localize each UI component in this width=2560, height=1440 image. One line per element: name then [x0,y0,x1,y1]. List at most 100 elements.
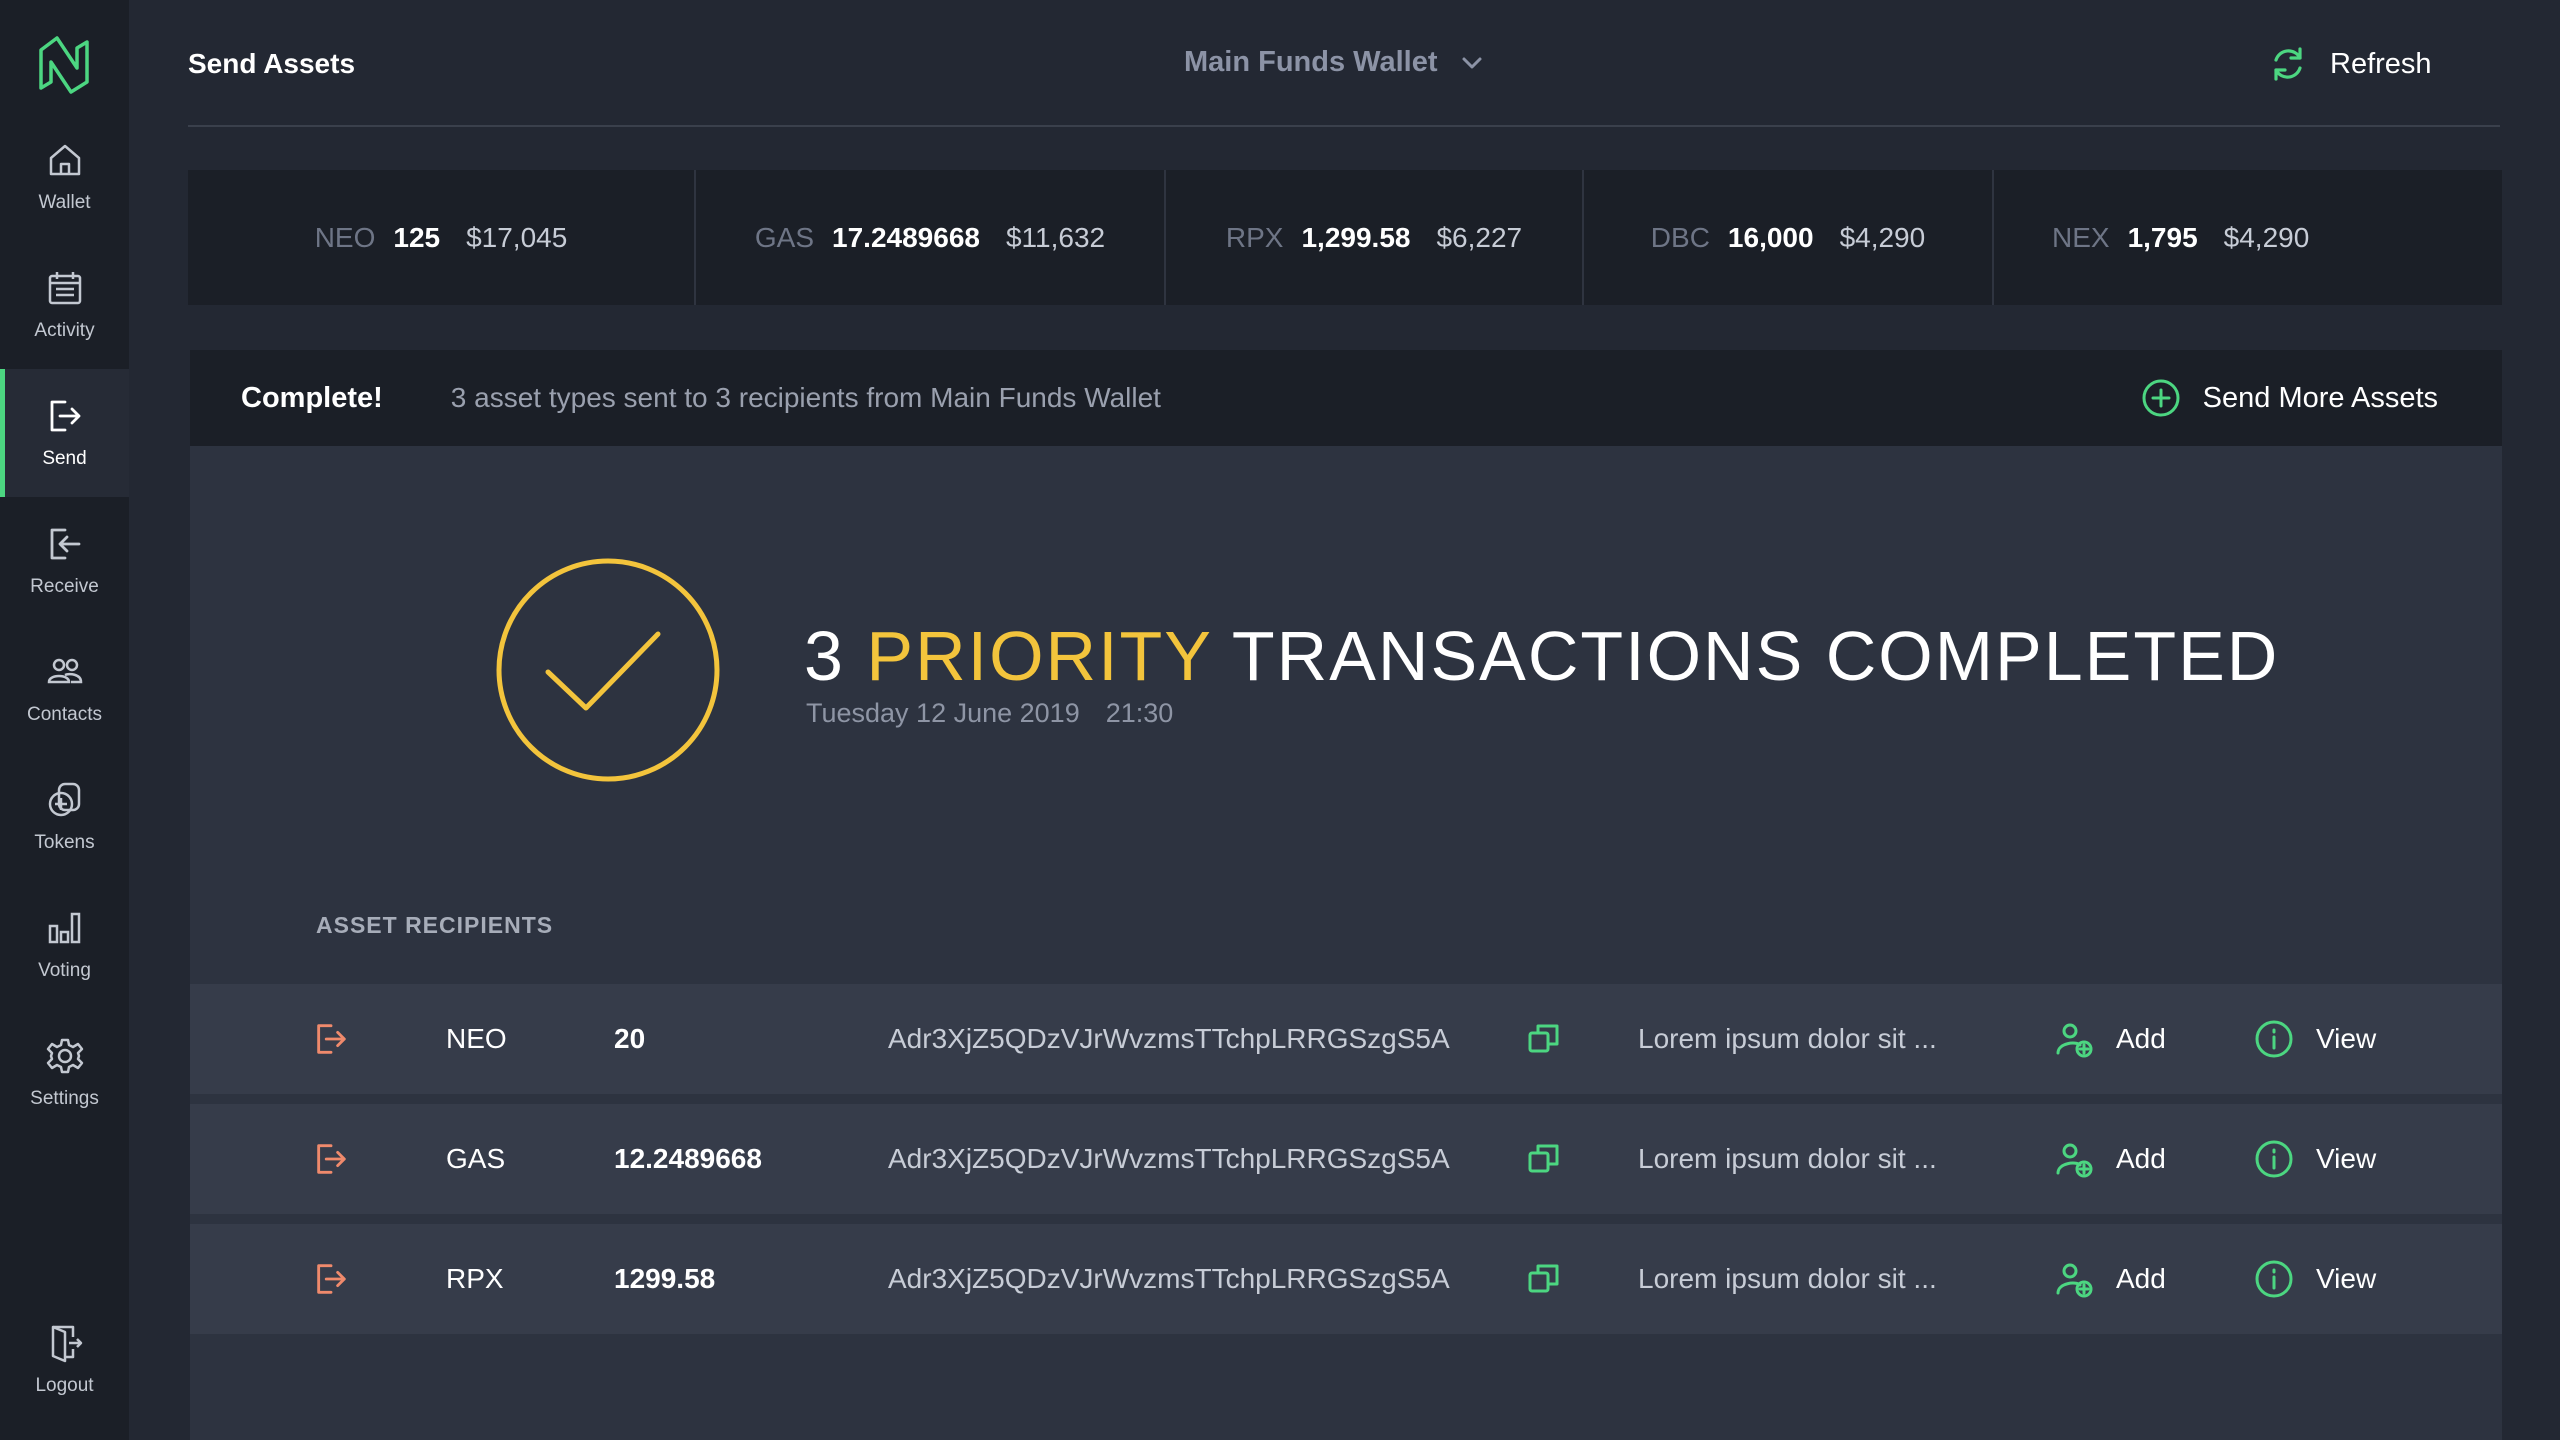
view-label: View [2316,1263,2377,1294]
completion-banner: Complete! 3 asset types sent to 3 recipi… [190,350,2502,446]
recipient-note: Lorem ipsum dolor sit ... [1638,1263,1937,1294]
result-headline: 3 PRIORITY TRANSACTIONS COMPLETED [804,616,2279,696]
send-icon [50,400,80,432]
bar-chart-icon [48,912,80,944]
balance-amount: 1,299.58 [1301,221,1411,253]
recipient-address: Adr3XjZ5QDzVJrWvzmsTTchpLRRGSzgS5A [888,1023,1450,1054]
recipient-note: Lorem ipsum dolor sit ... [1638,1143,1937,1174]
balance-symbol: NEX [2052,221,2110,253]
balance-usd: $11,632 [1005,221,1106,253]
completion-message: 3 asset types sent to 3 recipients from … [450,382,1161,413]
view-label: View [2316,1143,2377,1174]
nav-send[interactable]: Send [0,369,129,497]
home-icon [49,144,80,176]
nav-voting[interactable]: Voting [0,881,129,1009]
send-icon [317,1144,346,1174]
nav-label: Logout [35,1375,94,1396]
contacts-icon [47,658,82,684]
tokens-icon [48,782,80,817]
balance-symbol: DBC [1650,221,1710,253]
add-contact-button[interactable]: Add [2054,1139,2166,1179]
send-icon [317,1024,346,1054]
view-label: View [2316,1023,2377,1054]
nav-contacts[interactable]: Contacts [0,625,129,753]
add-contact-button[interactable]: Add [2054,1019,2166,1059]
view-transaction-button[interactable]: View [2254,1139,2376,1179]
balance-usd: $4,290 [2223,221,2310,253]
nav-activity[interactable]: Activity [0,241,129,369]
recipients-heading: ASSET RECIPIENTS [316,912,554,938]
balance-neo: NEO 125 $17,045 [188,170,696,305]
nav-logout[interactable]: Logout [0,1296,129,1424]
view-transaction-button[interactable]: View [2254,1019,2376,1059]
balance-symbol: GAS [754,221,815,253]
balance-symbol: NEO [314,221,376,253]
result-panel: 3 PRIORITY TRANSACTIONS COMPLETED Tuesda… [190,446,2502,1440]
result-time: 21:30 [1105,698,1174,728]
view-transaction-button[interactable]: View [2254,1259,2376,1299]
gear-icon [46,1038,83,1074]
nav-tokens[interactable]: Tokens [0,753,129,881]
recipient-address: Adr3XjZ5QDzVJrWvzmsTTchpLRRGSzgS5A [888,1143,1450,1174]
logout-icon [51,1325,82,1363]
refresh-label: Refresh [2330,47,2432,80]
send-icon [317,1264,346,1294]
page-title: Send Assets [188,48,356,79]
balance-dbc: DBC 16,000 $4,290 [1584,170,1994,305]
transaction-count: 3 [804,617,845,695]
copy-icon[interactable] [1526,1261,1562,1297]
recipient-asset: NEO [446,1023,507,1054]
nav-label: Activity [34,320,95,341]
refresh-button[interactable]: Refresh [2268,44,2432,84]
nav-label: Receive [30,576,99,597]
send-more-assets-button[interactable]: Send More Assets [2141,378,2438,418]
add-user-icon [2056,1263,2093,1298]
balance-bar: NEO 125 $17,045 GAS 17.2489668 $11,632 R… [188,170,2502,305]
add-user-icon [2056,1143,2093,1178]
neon-logo [39,36,89,94]
sidebar: Wallet Activity Send Receive Contacts To… [0,0,129,1440]
result-datetime: Tuesday 12 June 2019 21:30 [806,698,1173,729]
nav-label: Wallet [38,192,91,213]
recipient-row: GAS 12.2489668 Adr3XjZ5QDzVJrWvzmsTTchpL… [190,1104,2502,1214]
recipient-note: Lorem ipsum dolor sit ... [1638,1023,1937,1054]
headline-rest: TRANSACTIONS COMPLETED [1231,617,2280,695]
wallet-selector[interactable]: Main Funds Wallet [1184,46,1485,79]
nav-wallet[interactable]: Wallet [0,113,129,241]
balance-usd: $6,227 [1436,221,1523,253]
receive-icon [50,528,80,560]
info-icon [2255,1020,2293,1058]
add-user-icon [2056,1023,2093,1058]
add-contact-button[interactable]: Add [2054,1259,2166,1299]
balance-symbol: RPX [1225,221,1284,253]
copy-icon[interactable] [1526,1141,1562,1177]
recipient-address: Adr3XjZ5QDzVJrWvzmsTTchpLRRGSzgS5A [888,1263,1450,1294]
recipient-row: NEO 20 Adr3XjZ5QDzVJrWvzmsTTchpLRRGSzgS5… [190,984,2502,1094]
balance-rpx: RPX 1,299.58 $6,227 [1166,170,1584,305]
wallet-name: Main Funds Wallet [1184,46,1438,78]
nav-settings[interactable]: Settings [0,1009,129,1137]
priority-label: PRIORITY [866,617,1212,695]
send-more-label: Send More Assets [2202,381,2438,414]
balance-usd: $4,290 [1839,221,1926,253]
balance-usd: $17,045 [466,221,568,253]
nav-receive[interactable]: Receive [0,497,129,625]
add-label: Add [2116,1143,2166,1174]
recipient-asset: GAS [446,1143,506,1174]
check-circle-icon [496,558,720,782]
completion-title: Complete! [241,381,383,414]
refresh-icon [2274,47,2302,81]
chevron-down-icon [1462,57,1482,68]
recipient-amount: 20 [614,1023,646,1054]
balance-nex: NEX 1,795 $4,290 [1994,170,2502,305]
balance-amount: 17.2489668 [832,221,980,253]
info-icon [2255,1260,2293,1298]
header-divider [188,125,2500,127]
recipient-amount: 1299.58 [614,1263,716,1294]
balance-amount: 125 [393,221,441,253]
nav-label: Send [42,448,87,469]
info-icon [2255,1140,2293,1178]
recipient-asset: RPX [446,1263,504,1294]
copy-icon[interactable] [1526,1021,1562,1057]
result-date: Tuesday 12 June 2019 [806,698,1080,728]
